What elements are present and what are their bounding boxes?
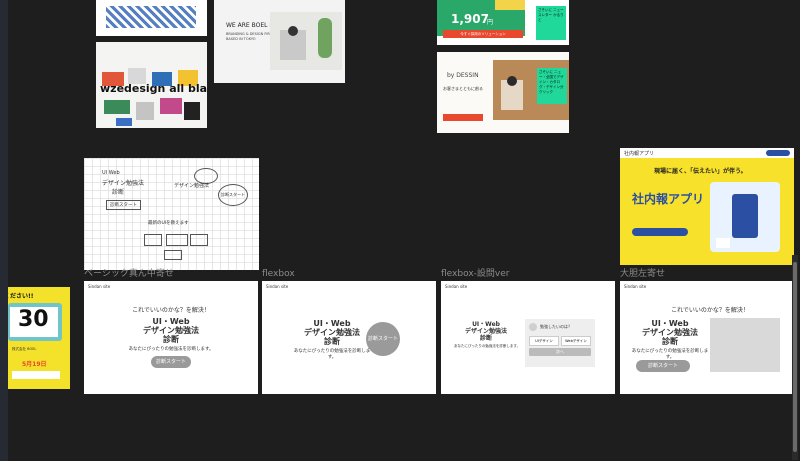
shanai-title: 社内報アプリ <box>632 192 705 206</box>
dessin-logo: by DESSIN <box>447 72 479 79</box>
question-icon <box>529 323 537 331</box>
title-line2: デザイン勉強法 <box>642 328 698 337</box>
thumb-shanai[interactable]: 社内報アプリ 現場に届く、「伝えたい」が伴う。 社内報アプリ <box>620 148 794 265</box>
green-ad-price-unit: 円 <box>487 19 494 26</box>
site-name: Sindan site <box>266 284 289 289</box>
shanai-head: 現場に届く、「伝えたい」が伴う。 <box>654 168 747 175</box>
site-name: Sindan site <box>88 284 111 289</box>
frame-flexbox-question[interactable]: Sindan site UI・Web デザイン勉強法 診断 あなたにぴったりの勉… <box>441 281 615 394</box>
canvas-left-edge <box>0 0 8 461</box>
sketch-t5: 最新のUIを教えます <box>148 221 189 226</box>
thumb-dessin[interactable]: by DESSIN お客さまとともに創る さそいに ニュー・全国でデザイン・カタ… <box>437 52 569 133</box>
boel-line2: BASED IN TOKYO <box>226 37 256 41</box>
title-line2: デザイン勉強法 <box>143 326 199 335</box>
frame-label-basic-center[interactable]: ベーシック真ん中寄せ <box>84 269 174 280</box>
description: あなたにぴったりの勉強法を診断します。 <box>631 349 709 360</box>
vertical-scrollbar-thumb[interactable] <box>793 262 797 452</box>
sketch-t2b: デザイン勉強法 <box>174 183 210 189</box>
thumb-sketch[interactable]: UI Web デザイン勉強法 診断 診断スタート デザイン勉強法 診断スタート … <box>84 158 259 270</box>
title-line1: UI・Web <box>651 319 689 328</box>
description: あなたにぴったりの勉強法を診断します。 <box>293 349 371 360</box>
title-line3: 診断 <box>324 337 340 346</box>
green-ad-cta[interactable]: 今すぐ採用のソリューション <box>443 30 523 38</box>
title-line2: デザイン勉強法 <box>464 328 507 335</box>
thumb-design-all-blanc-text: wzedesign all blanc <box>100 82 207 95</box>
title-line2: デザイン勉強法 <box>304 328 360 337</box>
title-line3: 診断 <box>662 337 678 346</box>
question-label: 勉強したいのは？ <box>540 324 572 329</box>
thumb-green-ad[interactable]: 1,907 円 今すぐ採用のソリューション さそいに ニュースレター かるりと <box>437 0 569 45</box>
title-line1: UI・Web <box>472 321 500 328</box>
sketch-t2: デザイン勉強法 <box>102 180 145 187</box>
title-line3: 診断 <box>479 335 492 342</box>
start-button[interactable]: 診断スタート <box>151 356 191 368</box>
yellow-sub: 株式会社 BOEL <box>12 347 37 351</box>
start-button[interactable]: 診断スタート <box>366 322 400 356</box>
frame-label-bold-left[interactable]: 大胆左寄せ <box>620 269 665 280</box>
yellow-date: 5月19日 <box>22 361 47 368</box>
dessin-headline: お客さまとともに創る <box>443 86 483 91</box>
dessin-bubble: さそいに ニュー・全国でデザイン・カタログ・デザイン分クリック <box>537 68 567 104</box>
green-ad-bubble: さそいに ニュースレター かるりと <box>536 6 566 40</box>
yellow-num: 30 <box>18 307 49 332</box>
next-button[interactable]: 次へ <box>529 348 591 356</box>
green-ad-price: 1,907 <box>451 12 489 26</box>
site-name: Sindan site <box>445 284 468 289</box>
boel-line1: BRANDING & DESIGN FIRM <box>226 32 273 36</box>
frame-flexbox[interactable]: Sindan site UI・Web デザイン勉強法 診断 あなたにぴったりの勉… <box>262 281 436 394</box>
shanai-logo: 社内報アプリ <box>624 151 655 157</box>
thumb-yellow-left[interactable]: ください!! 30 株式会社 BOEL 5月19日 <box>8 287 70 389</box>
thumb-blue-pattern[interactable] <box>96 0 207 36</box>
description: あなたにぴったりの勉強法を診断します。 <box>128 347 214 352</box>
title-line1: UI・Web <box>152 317 190 326</box>
yellow-text1: ください!! <box>8 293 34 300</box>
option-ui[interactable]: UIデザイン <box>529 336 559 346</box>
site-name: Sindan site <box>624 284 647 289</box>
sketch-t6: 診断スタート <box>218 184 248 206</box>
sketch-t4: 診断スタート <box>106 200 141 210</box>
frame-bold-left[interactable]: Sindan site これでいいのかな？を解決！ UI・Web デザイン勉強法… <box>620 281 794 394</box>
sketch-t3: 診断 <box>112 189 125 196</box>
title-line3: 診断 <box>163 335 179 344</box>
frame-basic-center[interactable]: Sindan site これでいいのかな？を解決！ UI・Web デザイン勉強法… <box>84 281 258 394</box>
option-web[interactable]: Webデザイン <box>561 336 591 346</box>
image-placeholder <box>710 318 780 372</box>
frame-label-flexbox[interactable]: flexbox <box>262 269 295 280</box>
start-button[interactable]: 診断スタート <box>636 360 690 372</box>
question-text: これでいいのかな？を解決！ <box>671 307 749 314</box>
description: あなたにぴったりの勉強法を診断します。 <box>453 344 521 348</box>
thumb-design-all-blanc[interactable]: wzedesign all blanc <box>96 42 207 128</box>
frame-label-flexbox-question[interactable]: flexbox-設問ver <box>441 269 509 280</box>
question-text: これでいいのかな？を解決！ <box>132 307 210 314</box>
thumb-boel[interactable]: WE ARE BOEL Inc. BRANDING & DESIGN FIRM … <box>214 0 345 83</box>
title-line1: UI・Web <box>313 319 351 328</box>
sketch-t1: UI Web <box>102 170 120 176</box>
